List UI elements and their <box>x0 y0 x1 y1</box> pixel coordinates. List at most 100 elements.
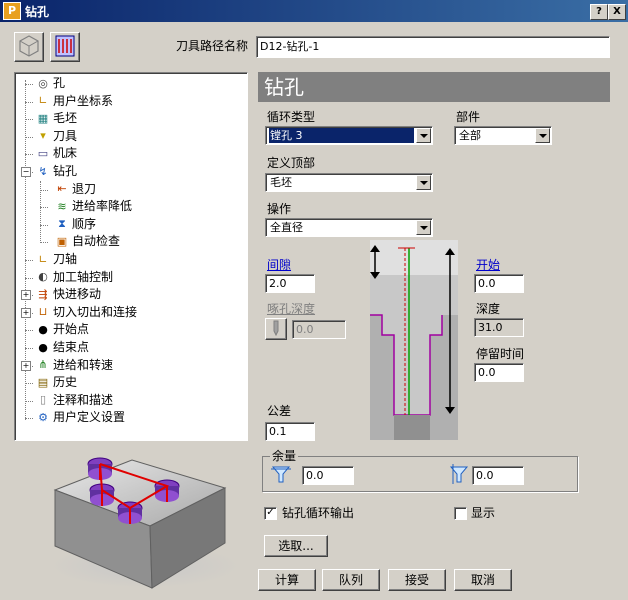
tree-item-label: 切入切出和连接 <box>53 304 138 319</box>
template-button[interactable] <box>14 32 44 62</box>
tree-connector <box>40 242 48 244</box>
tree-item-10[interactable]: ▣ 自动检查 <box>55 233 120 250</box>
tree-item-13[interactable]: ⇶ 快进移动 <box>36 286 101 303</box>
axial-allowance-icon <box>449 464 469 484</box>
clearance-link[interactable]: 间隙 <box>267 258 291 272</box>
expand-icon[interactable]: + <box>21 290 31 301</box>
pilot-depth-label: 啄孔深度 <box>267 302 316 316</box>
drill-cycle-output-label: 钻孔循环输出 <box>282 506 355 520</box>
tree-item-18[interactable]: ▤ 历史 <box>36 374 77 391</box>
retract-icon: ⇤ <box>57 182 67 196</box>
notes-icon: ▯ <box>39 393 47 407</box>
tree-item-6[interactable]: ↯ 钻孔 <box>36 163 77 180</box>
chevron-down-icon[interactable] <box>416 220 431 235</box>
tree-connector <box>25 400 33 402</box>
tree-connector <box>40 189 48 191</box>
tree-connector <box>25 418 33 420</box>
tree-item-5[interactable]: ▭ 机床 <box>36 145 77 162</box>
tree-item-label: 历史 <box>53 375 78 390</box>
drill-diagram <box>370 240 458 440</box>
axial-allowance-input[interactable]: 0.0 <box>472 466 524 485</box>
tree-item-11[interactable]: ∟ 刀轴 <box>36 251 77 268</box>
radial-allowance-input[interactable]: 0.0 <box>302 466 354 485</box>
tree-connector <box>25 277 33 279</box>
drill-cycle-output-checkbox[interactable]: ✓ <box>264 507 277 520</box>
tree-item-label: 毛坯 <box>53 111 78 126</box>
tree-item-14[interactable]: ⊔ 切入切出和连接 <box>36 304 137 321</box>
tree-connector <box>25 348 33 349</box>
chevron-down-icon[interactable] <box>416 175 431 190</box>
tree-item-label: 钻孔 <box>53 164 78 178</box>
cycle-type-select[interactable]: 镗孔 3 <box>265 126 433 145</box>
define-top-select[interactable]: 毛坯 <box>265 173 433 192</box>
tree-item-16[interactable]: ● 结束点 <box>36 339 89 356</box>
tree-item-label: 用户坐标系 <box>53 93 114 108</box>
calculate-button[interactable]: 计算 <box>258 569 316 591</box>
operation-value: 全直径 <box>270 221 303 234</box>
define-top-value: 毛坯 <box>270 176 292 189</box>
start-link[interactable]: 开始 <box>476 258 500 272</box>
tree-item-15[interactable]: ● 开始点 <box>36 321 89 338</box>
component-select[interactable]: 全部 <box>454 126 552 145</box>
title-bar: P 钻孔 <box>0 0 628 22</box>
tree-item-7[interactable]: ⇤ 退刀 <box>55 181 96 198</box>
cancel-button[interactable]: 取消 <box>454 569 512 591</box>
chevron-down-icon[interactable] <box>416 128 431 143</box>
tree-connector <box>25 154 33 156</box>
grid-cube-icon <box>19 35 39 57</box>
operation-select[interactable]: 全直径 <box>265 218 433 237</box>
tolerance-input[interactable]: 0.1 <box>265 422 315 441</box>
expand-icon[interactable]: + <box>21 360 31 371</box>
tree-item-label: 刀具 <box>53 128 78 143</box>
tree-item-label: 刀轴 <box>53 252 78 266</box>
help-button[interactable]: ? <box>590 4 608 20</box>
chevron-down-icon[interactable] <box>535 128 550 143</box>
operation-label: 操作 <box>267 202 292 216</box>
cycle-type-value: 镗孔 3 <box>269 128 414 143</box>
tree-item-12[interactable]: ◐ 加工轴控制 <box>36 269 113 286</box>
tree-connector <box>25 260 33 261</box>
toolpath-icon <box>55 35 75 57</box>
pilot-depth-input: 0.0 <box>292 320 346 339</box>
toolpath-button[interactable] <box>50 32 80 62</box>
tool-icon: ▾ <box>40 129 46 143</box>
machine-icon: ▭ <box>37 146 49 160</box>
tree-item-label: 机床 <box>53 146 78 161</box>
tree-item-label: 加工轴控制 <box>53 269 114 284</box>
pilot-depth-button[interactable] <box>265 318 287 340</box>
tree-item-9[interactable]: ⧗ 顺序 <box>55 216 96 233</box>
dwell-input[interactable]: 0.0 <box>474 363 524 382</box>
clearance-input[interactable]: 2.0 <box>265 274 315 293</box>
tree-item-8[interactable]: ≋ 进给率降低 <box>55 198 132 215</box>
start-point-icon: ● <box>38 322 48 336</box>
start-input[interactable]: 0.0 <box>474 274 524 293</box>
tree-item-1[interactable]: ◎ 孔 <box>36 75 65 92</box>
tree-item-3[interactable]: ▦ 毛坯 <box>36 110 77 127</box>
app-logo: P <box>3 2 21 20</box>
tree-item-label: 用户定义设置 <box>53 410 126 425</box>
tree-item-19[interactable]: ▯ 注释和描述 <box>36 392 113 409</box>
expand-icon[interactable]: + <box>21 307 31 318</box>
accept-button[interactable]: 接受 <box>388 569 446 591</box>
tree-item-label: 进给和转速 <box>53 357 114 372</box>
axis-control-icon: ◐ <box>38 270 48 284</box>
tree-item-label: 开始点 <box>53 322 90 337</box>
hole-icon: ◎ <box>38 76 48 90</box>
tree-item-label: 注释和描述 <box>53 392 114 407</box>
tree-item-4[interactable]: ▾ 刀具 <box>36 128 77 145</box>
toolpath-name-label: 刀具路径名称 <box>176 39 249 53</box>
tool-axis-icon: ∟ <box>38 252 48 266</box>
select-button[interactable]: 选取... <box>264 535 328 557</box>
tree-item-17[interactable]: ⋔ 进给和转速 <box>36 357 113 374</box>
dwell-label: 停留时间 <box>476 347 525 361</box>
queue-button[interactable]: 队列 <box>322 569 380 591</box>
allowance-label: 余量 <box>270 449 299 463</box>
close-button[interactable]: X <box>608 4 626 20</box>
tree-item-2[interactable]: ∟ 用户坐标系 <box>36 93 113 110</box>
collapse-icon[interactable]: − <box>21 167 31 177</box>
feed-reduce-icon: ≋ <box>57 199 67 213</box>
tree-item-20[interactable]: ⚙ 用户定义设置 <box>36 409 125 426</box>
display-checkbox[interactable] <box>454 507 467 520</box>
toolpath-name-input[interactable]: D12-钻孔-1 <box>256 36 610 58</box>
drill-icon: ↯ <box>38 164 48 178</box>
